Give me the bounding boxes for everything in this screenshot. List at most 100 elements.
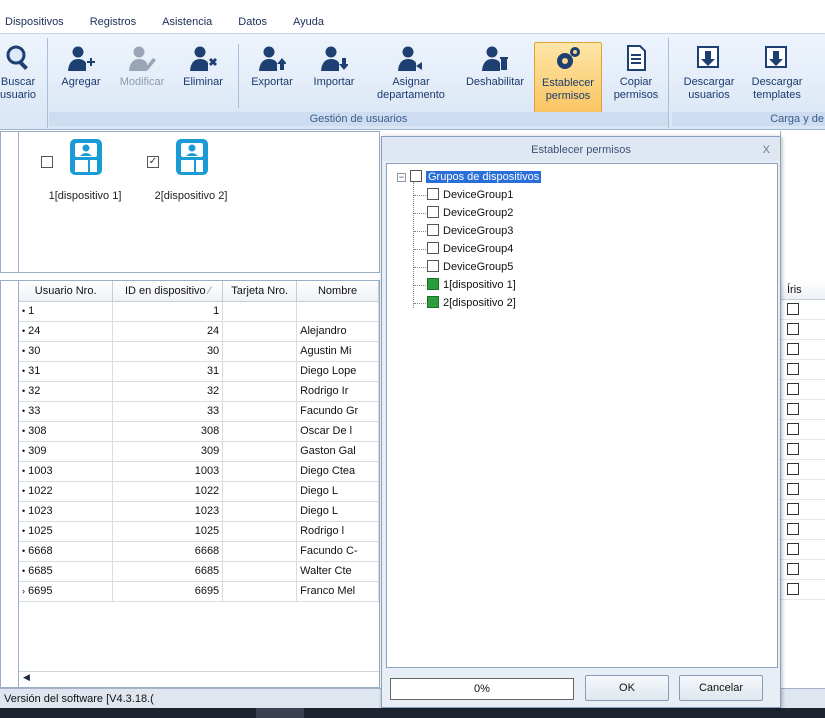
ribbon-button-6[interactable]: Deshabilitar [457,42,533,114]
iris-checkbox[interactable] [787,383,799,395]
iris-checkbox[interactable] [787,583,799,595]
tree-item-checkbox[interactable] [427,188,439,200]
menu-ayuda[interactable]: Ayuda [280,16,337,28]
iris-checkbox[interactable] [787,463,799,475]
tree-item[interactable]: DeviceGroup2 [427,205,513,221]
col-header-device-id[interactable]: ID en dispositivo ⁄ [112,281,224,302]
table-row[interactable]: • 309 309 Gaston Gal [19,441,379,462]
ribbon-button-7[interactable]: Establecer permisos [534,42,602,114]
cell-name: Diego L [296,501,379,522]
menu-asistencia[interactable]: Asistencia [149,16,225,28]
ribbon-button-label: Agregar [61,76,101,88]
tree-item-checkbox[interactable] [427,260,439,272]
close-icon[interactable]: X [763,137,770,163]
iris-checkbox[interactable] [787,503,799,515]
user-no: 33 [28,405,41,417]
load-button-1[interactable]: Descargar templates [744,42,810,114]
tree-item[interactable]: DeviceGroup4 [427,241,513,257]
table-row[interactable]: • 1 1 [19,301,379,322]
table-row[interactable]: • 1022 1022 Diego L [19,481,379,502]
cell-user-no: • 1022 [19,481,114,502]
table-row[interactable]: › 6695 6695 Franco Mel [19,581,379,602]
user-no: 24 [28,325,41,337]
row-marker-icon: • [22,526,26,536]
col-header-user-no[interactable]: Usuario Nro. [19,281,114,302]
device-2-label: 2[dispositivo 2] [154,190,228,202]
tree-connector [414,249,426,250]
load-button-0[interactable]: Descargar usuarios [678,42,740,114]
table-row[interactable]: • 32 32 Rodrigo Ir [19,381,379,402]
ribbon-button-3[interactable]: Exportar [245,42,299,114]
collapse-icon[interactable]: − [397,173,406,182]
cell-name: Diego L [296,481,379,502]
table-row[interactable]: • 24 24 Alejandro [19,321,379,342]
iris-checkbox[interactable] [787,323,799,335]
table-row[interactable]: • 6668 6668 Facundo C- [19,541,379,562]
ribbon-group-load: Descargar usuarios Descargar templates Carg… [672,38,825,128]
tree-root-checkbox[interactable] [410,170,422,182]
menu-datos[interactable]: Datos [225,16,280,28]
ribbon-button-label: permisos [613,89,659,101]
cancel-button[interactable]: Cancelar [679,675,763,701]
iris-checkbox[interactable] [787,483,799,495]
table-row[interactable]: • 33 33 Facundo Gr [19,401,379,422]
table-row[interactable]: • 1023 1023 Diego L [19,501,379,522]
iris-checkbox[interactable] [787,563,799,575]
tree-item[interactable]: DeviceGroup3 [427,223,513,239]
menu-registros[interactable]: Registros [77,16,149,28]
iris-checkbox[interactable] [787,423,799,435]
iris-checkbox[interactable] [787,443,799,455]
iris-checkbox[interactable] [787,343,799,355]
cell-device-id: 33 [112,401,224,422]
tree-item[interactable]: DeviceGroup1 [427,187,513,203]
taskbar-active-app[interactable] [256,708,304,718]
ribbon-group-search: Buscar usuario [0,38,48,128]
tree-item-checkbox[interactable] [427,278,439,290]
table-row[interactable]: • 1025 1025 Rodrigo l [19,521,379,542]
col-header-name[interactable]: Nombre [296,281,379,302]
tree-item-checkbox[interactable] [427,224,439,236]
iris-checkbox[interactable] [787,543,799,555]
table-row[interactable]: • 30 30 Agustin Mi [19,341,379,362]
tree-item[interactable]: 2[dispositivo 2] [427,295,516,311]
row-marker-icon: • [22,486,26,496]
iris-checkbox[interactable] [787,363,799,375]
cell-device-id: 1025 [112,521,224,542]
scroll-left-icon[interactable]: ◀ [23,672,30,683]
table-row[interactable]: • 308 308 Oscar De l [19,421,379,442]
ribbon-button-1[interactable]: Modificar [111,42,173,114]
tree-item-checkbox[interactable] [427,242,439,254]
progress-text: 0% [474,683,490,695]
device-2-checkbox[interactable]: ✓ [147,156,159,168]
table-row[interactable]: • 1003 1003 Diego Ctea [19,461,379,482]
table-row[interactable]: • 31 31 Diego Lope [19,361,379,382]
col-header-card-no[interactable]: Tarjeta Nro. [222,281,298,302]
ok-button[interactable]: OK [585,675,669,701]
iris-checkbox[interactable] [787,403,799,415]
ribbon-button-8[interactable]: Copiar permisos [605,42,667,114]
table-row[interactable]: • 6685 6685 Walter Cte [19,561,379,582]
group-users-label: Gestión de usuarios [49,112,668,126]
ribbon-button-5[interactable]: Asignar departamento [369,42,453,114]
row-marker-icon: › [22,586,25,596]
tree-root-node[interactable]: Grupos de dispositivos [410,169,542,185]
iris-checkbox[interactable] [787,523,799,535]
row-marker-icon: • [22,306,26,316]
ribbon-button-0[interactable]: Agregar [53,42,109,114]
iris-checkbox[interactable] [787,303,799,315]
cell-card-no [222,321,298,342]
ribbon-button-2[interactable]: Eliminar [177,42,229,114]
tree-item[interactable]: 1[dispositivo 1] [427,277,516,293]
menu-dispositivos[interactable]: Dispositivos [0,16,77,28]
search-user-button[interactable]: Buscar usuario [0,42,42,114]
tree-item-checkbox[interactable] [427,296,439,308]
cell-card-no [222,581,298,602]
col-header-iris[interactable]: Íris [781,280,825,300]
tree-item[interactable]: DeviceGroup5 [427,259,513,275]
fingerprint-terminal-icon [70,139,102,175]
tree-item-checkbox[interactable] [427,206,439,218]
device-1-checkbox[interactable] [41,156,53,168]
cell-name: Alejandro [296,321,379,342]
horizontal-scrollbar[interactable]: ◀ [19,671,379,685]
ribbon-button-4[interactable]: Importar [303,42,365,114]
